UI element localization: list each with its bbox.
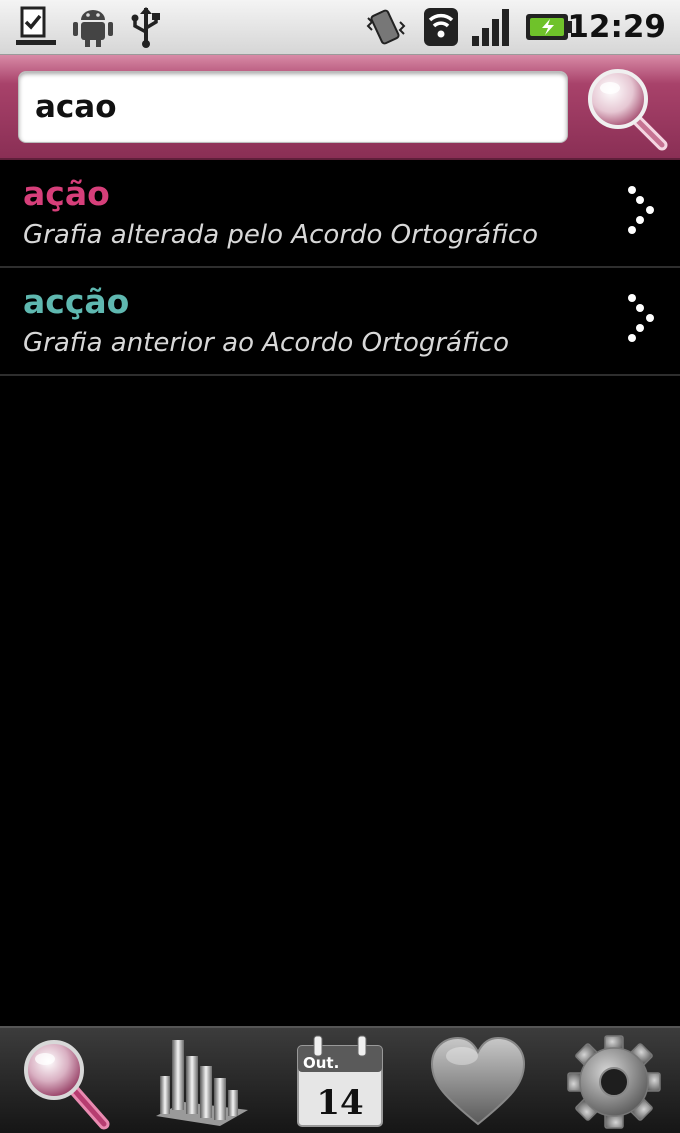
chevron-right-icon xyxy=(628,186,654,234)
calendar-tab-button[interactable]: Out. 14 xyxy=(288,1032,392,1132)
calendar-month: Out. xyxy=(303,1054,339,1072)
signal-icon xyxy=(470,6,516,52)
search-header: acao xyxy=(0,55,680,160)
status-time: 12:29 xyxy=(567,9,666,45)
wifi-icon xyxy=(420,6,462,52)
statistics-tab-button[interactable] xyxy=(150,1032,254,1132)
calendar-tab-icon: Out. 14 xyxy=(297,1035,383,1127)
search-input[interactable]: acao xyxy=(18,71,568,143)
app-screen: 12:29 acao ação Grafia alterada pelo Aco… xyxy=(0,0,680,1133)
search-input-value: acao xyxy=(35,89,117,125)
result-item-accao[interactable]: acção Grafia anterior ao Acordo Ortográf… xyxy=(0,268,680,376)
bottom-toolbar: Out. 14 xyxy=(0,1026,680,1133)
android-debug-icon xyxy=(70,6,116,52)
vibrate-icon xyxy=(364,6,408,52)
search-tab-icon xyxy=(24,1040,110,1130)
result-item-acao[interactable]: ação Grafia alterada pelo Acordo Ortográ… xyxy=(0,160,680,268)
result-word: acção xyxy=(23,282,130,321)
settings-tab-button[interactable] xyxy=(562,1032,666,1132)
chevron-right-icon xyxy=(628,294,654,342)
result-description: Grafia alterada pelo Acordo Ortográfico xyxy=(23,220,539,250)
result-list: ação Grafia alterada pelo Acordo Ortográ… xyxy=(0,160,680,376)
search-button[interactable] xyxy=(582,63,670,151)
download-done-icon xyxy=(14,6,62,52)
calendar-day: 14 xyxy=(316,1083,363,1123)
magnifier-icon xyxy=(588,69,668,151)
result-word: ação xyxy=(23,174,110,213)
settings-tab-icon xyxy=(567,1035,661,1129)
usb-icon xyxy=(124,6,168,52)
result-description: Grafia anterior ao Acordo Ortográfico xyxy=(23,328,509,358)
search-tab-button[interactable] xyxy=(14,1032,118,1132)
favorites-tab-icon xyxy=(430,1036,526,1126)
favorites-tab-button[interactable] xyxy=(426,1032,530,1132)
status-bar: 12:29 xyxy=(0,0,680,55)
statistics-tab-icon xyxy=(156,1040,248,1126)
